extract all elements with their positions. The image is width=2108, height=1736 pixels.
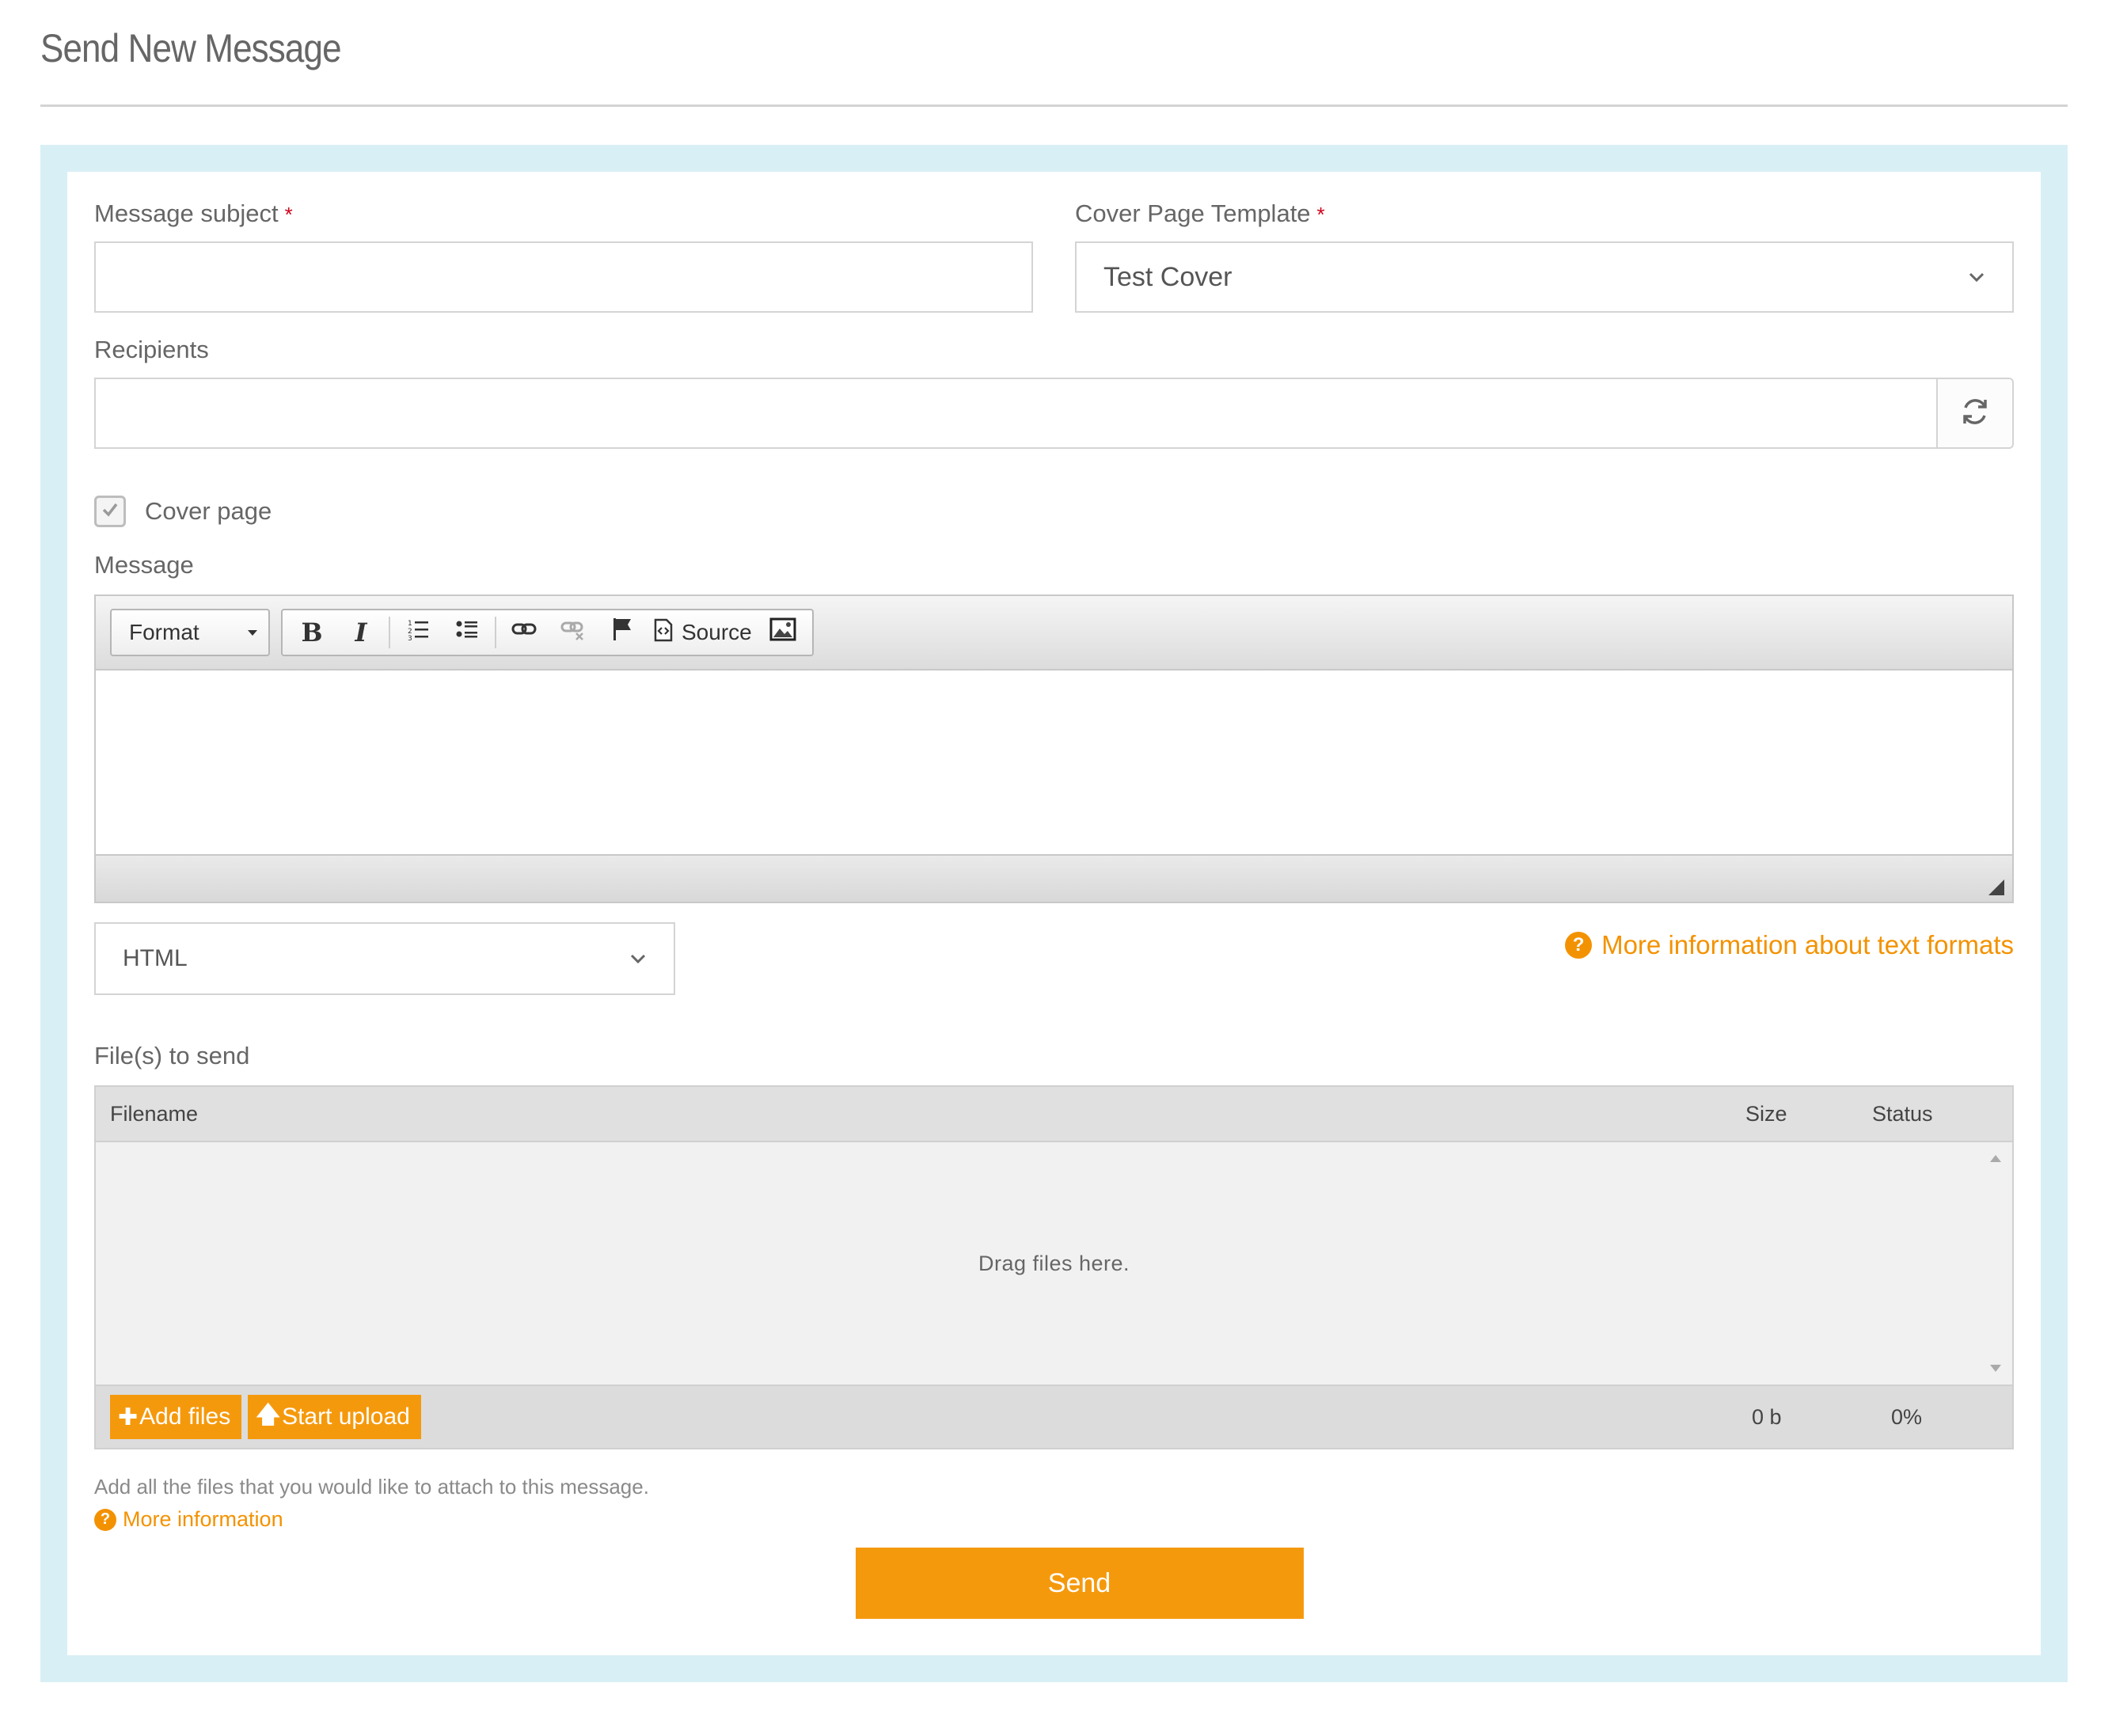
cover-page-checkbox[interactable] [94,496,126,527]
chevron-down-icon [1968,268,1985,286]
files-label: File(s) to send [94,1042,250,1069]
text-formats-help-label: More information about text formats [1601,930,2014,959]
caret-down-icon [248,629,257,636]
chevron-down-icon [629,950,647,967]
add-files-label: Add files [139,1404,231,1430]
subject-group: Message subject * [94,194,1033,313]
flag-icon [610,617,634,648]
anchor-button[interactable] [598,613,647,651]
files-help-link[interactable]: ? More information [94,1507,283,1532]
files-help-label: More information [123,1507,283,1531]
title-divider [40,104,2068,107]
total-size: 0 b [1752,1404,1782,1429]
cover-template-label: Cover Page Template * [1075,199,1325,227]
add-files-button[interactable]: ✚ Add files [110,1395,242,1439]
help-icon: ? [94,1508,116,1531]
refresh-icon [1958,395,1992,432]
recipients-group: Recipients [94,330,2014,449]
column-status: Status [1872,1101,1933,1126]
editor-toolbar: Format B I 1 2 3 Source [96,596,2012,670]
bold-button[interactable]: B [287,613,336,651]
editor-button-group: B I 1 2 3 Source [281,609,814,656]
source-button[interactable]: Source [647,613,758,651]
refresh-recipients-button[interactable] [1936,378,2014,449]
file-drop-zone[interactable]: Drag files here. [96,1142,2012,1385]
recipients-input-row [94,378,2014,449]
cover-template-group: Cover Page Template * Test Cover [1075,194,2014,313]
scroll-down-arrow-icon[interactable] [1990,1365,2001,1372]
numbered-list-button[interactable]: 1 2 3 [393,613,442,651]
bold-icon: B [301,617,323,648]
send-row: Send [94,1548,2014,1619]
text-format-select[interactable]: HTML [94,922,675,995]
text-format-row: HTML ? More information about text forma… [94,922,2014,995]
page-title: Send New Message [40,26,342,70]
bulleted-list-button[interactable] [442,613,492,651]
toolbar-separator [389,617,390,648]
page: Send New Message Message subject * Cover … [0,0,2108,1736]
italic-button[interactable]: I [336,613,386,651]
image-icon [769,617,796,648]
recipients-input[interactable] [94,378,1936,449]
text-format-value: HTML [123,945,188,971]
help-icon: ? [1565,932,1593,959]
numbered-list-icon: 1 2 3 [406,617,430,648]
svg-text:3: 3 [408,635,412,641]
checkmark-icon [101,500,120,523]
send-button[interactable]: Send [855,1548,1304,1619]
cover-template-value: Test Cover [1103,261,1233,292]
toolbar-separator [495,617,496,648]
form-panel-inner: Message subject * Cover Page Template * Te… [67,172,2041,1655]
form-panel: Message subject * Cover Page Template * Te… [40,145,2068,1682]
drop-zone-text: Drag files here. [978,1251,1130,1275]
unlink-icon [560,617,586,648]
format-dropdown-label: Format [129,620,199,644]
plus-icon: ✚ [118,1404,139,1430]
link-icon [511,617,537,648]
recipients-label: Recipients [94,336,209,363]
svg-text:1: 1 [408,620,412,628]
link-button[interactable] [499,613,549,651]
source-label: Source [682,620,752,644]
subject-input[interactable] [94,241,1033,313]
files-hint: Add all the files that you would like to… [94,1475,649,1499]
scroll-up-arrow-icon[interactable] [1990,1155,2001,1162]
cover-page-option: Cover page [94,492,2014,531]
subject-template-row: Message subject * Cover Page Template * Te… [94,194,2014,313]
message-editor: Format B I 1 2 3 Source [94,594,2014,903]
column-filename: Filename [110,1101,199,1126]
required-mark: * [1316,203,1325,226]
editor-content-area[interactable] [96,670,2012,856]
text-formats-help-link[interactable]: ? More information about text formats [1565,930,2014,960]
file-uploader: Filename Size Status Drag files here. ✚ … [94,1085,2014,1449]
upload-arrow-icon: 🡅 [256,1401,281,1428]
start-upload-label: Start upload [282,1404,410,1430]
cover-template-select[interactable]: Test Cover [1075,241,2014,313]
start-upload-button[interactable]: 🡅 Start upload [248,1395,421,1439]
image-button[interactable] [758,613,807,651]
italic-icon: I [355,617,367,648]
required-mark: * [284,203,293,226]
editor-status-bar [96,856,2012,902]
file-list-footer: ✚ Add files 🡅 Start upload 0 b 0% [96,1385,2012,1448]
bulleted-list-icon [455,617,479,648]
cover-page-label: Cover page [145,497,272,525]
subject-label: Message subject * [94,199,293,227]
unlink-button[interactable] [549,613,598,651]
total-status: 0% [1891,1404,1923,1429]
resize-handle-icon[interactable] [1988,879,2004,895]
source-icon [653,618,674,648]
file-list-header: Filename Size Status [96,1087,2012,1142]
format-dropdown[interactable]: Format [110,609,270,656]
message-label: Message [94,551,194,579]
column-size: Size [1745,1101,1787,1126]
